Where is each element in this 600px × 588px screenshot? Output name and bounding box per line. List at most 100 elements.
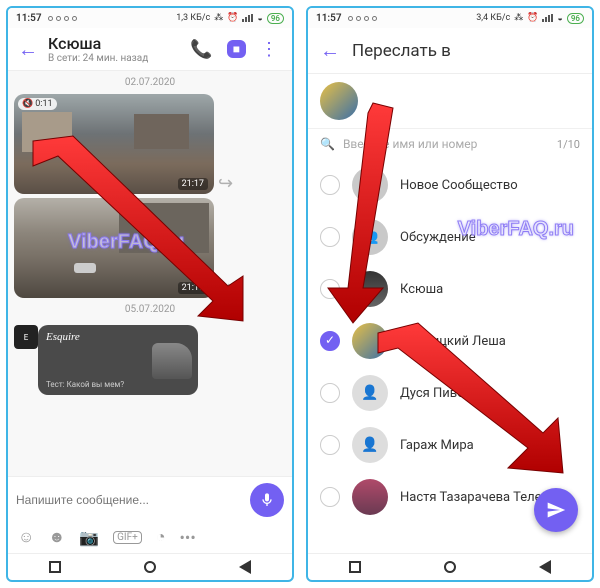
nav-recent-button[interactable] [349,561,361,573]
status-dot-icon [64,16,69,21]
mic-button[interactable] [250,483,284,517]
contact-name: Гараж Мира [400,438,474,453]
back-button[interactable]: ← [18,37,38,62]
selected-recipients [308,74,592,129]
status-net: 3,4 КБ/с [476,13,510,23]
contact-row[interactable]: 👥 Новое Сообщество [308,159,592,211]
nav-back-button[interactable] [239,560,251,574]
chat-title: Ксюша [48,34,176,53]
contact-avatar-placeholder: 👤 [352,375,388,411]
contact-row[interactable]: Липницкий Леша [308,315,592,367]
wifi-icon: ◒ [557,13,562,24]
more-icon[interactable]: ••• [180,528,196,547]
forward-title: Переслать в [352,41,451,61]
bluetooth-icon: ⁂ [214,13,223,23]
android-nav-bar [8,553,292,580]
message-input[interactable] [16,493,244,507]
phone-left: 11:57 1,3 КБ/с ⁂ ⏰ ◒ 96 ← Ксюша В сети: … [6,6,294,582]
chat-presence: В сети: 24 мин. назад [48,53,176,64]
status-dot-icon [372,16,377,21]
video-message[interactable]: 🔇 0:11 21:17 [14,94,214,194]
forward-icon[interactable]: ↪ [218,277,233,298]
nav-home-button[interactable] [444,561,456,573]
link-caption: Тест: Какой вы мем? [46,380,124,389]
radio-unchecked[interactable] [320,175,340,195]
nav-home-button[interactable] [144,561,156,573]
radio-unchecked[interactable] [320,487,340,507]
send-icon [546,500,566,520]
contact-avatar [352,271,388,307]
emoji-icon[interactable]: ☻ [48,527,65,547]
send-button[interactable] [534,488,578,532]
battery-icon: 96 [567,13,584,24]
radio-unchecked[interactable] [320,435,340,455]
camera-icon[interactable]: 📷 [79,528,99,547]
radio-checked[interactable] [320,331,340,351]
search-placeholder[interactable]: Введите имя или номер [343,137,549,151]
status-dot-icon [48,16,53,21]
contact-row[interactable]: Ксюша [308,263,592,315]
message-row: 21:17 ↪ [14,198,286,298]
gif-button[interactable]: GIF+ [113,531,142,544]
video-call-button[interactable]: ■ [227,40,246,58]
link-message: E Esquire Тест: Какой вы мем? [14,325,286,395]
signal-icon [242,14,253,22]
timer-icon[interactable]: ◔ [156,527,166,547]
mute-duration-badge: 🔇 0:11 [18,98,57,110]
radio-unchecked[interactable] [320,383,340,403]
muted-icon: 🔇 [22,99,33,109]
radio-unchecked[interactable] [320,227,340,247]
message-row: 🔇 0:11 21:17 ↪ [14,94,286,194]
sender-avatar: E [14,325,38,349]
phone-right: 11:57 3,4 КБ/с ⁂ ⏰ ◒ 96 ← Переслать в 🔍 … [306,6,594,582]
status-dot-icon [56,16,61,21]
menu-button[interactable]: ⋮ [256,39,282,60]
contact-name: Дуся Пиво [400,386,465,401]
back-button[interactable]: ← [320,38,340,63]
contact-row[interactable]: 👥 Обсуждение [308,211,592,263]
selection-count: 1/10 [557,138,580,151]
timestamp: 21:17 [178,282,208,294]
contact-name: Обсуждение [400,230,476,245]
contact-name: Настя Тазарачева Теле2 [400,490,549,505]
battery-icon: 96 [267,13,284,24]
bluetooth-icon: ⁂ [514,13,523,23]
sticker-icon[interactable]: ☺ [18,527,34,547]
contact-row[interactable]: 👤 Гараж Мира [308,419,592,471]
contact-avatar [352,479,388,515]
contact-avatar [352,323,388,359]
contact-name: Ксюша [400,282,443,297]
forward-icon[interactable]: ↪ [218,173,233,194]
nav-recent-button[interactable] [49,561,61,573]
chat-body: 02.07.2020 🔇 0:11 21:17 ↪ 21:17 ↪ 05.07.… [8,71,292,476]
contact-row[interactable]: 👤 Дуся Пиво [308,367,592,419]
status-dot-icon [364,16,369,21]
radio-unchecked[interactable] [320,279,340,299]
android-nav-bar [308,553,592,580]
date-separator: 02.07.2020 [14,77,286,88]
forward-header: ← Переслать в [308,28,592,74]
nav-back-button[interactable] [539,560,551,574]
chat-header: ← Ксюша В сети: 24 мин. назад 📞 ■ ⋮ [8,28,292,71]
status-time: 11:57 [316,13,342,24]
attachment-row: ☺ ☻ 📷 GIF+ ◔ ••• [8,523,292,553]
call-button[interactable]: 📞 [186,39,216,60]
link-preview[interactable]: Esquire Тест: Какой вы мем? [38,325,198,395]
group-avatar-icon: 👥 [352,167,388,203]
wifi-icon: ◒ [257,13,262,24]
alarm-icon: ⏰ [527,13,538,23]
status-bar: 11:57 1,3 КБ/с ⁂ ⏰ ◒ 96 [8,8,292,28]
status-dot-icon [356,16,361,21]
status-net: 1,3 КБ/с [176,13,210,23]
status-dot-icon [348,16,353,21]
selected-avatar[interactable] [320,82,358,120]
search-row: 🔍 Введите имя или номер 1/10 [308,129,592,159]
video-message[interactable]: 21:17 [14,198,214,298]
search-icon: 🔍 [320,137,335,151]
link-brand: Esquire [46,331,190,343]
contact-name: Новое Сообщество [400,178,518,193]
link-image [152,343,192,379]
status-bar: 11:57 3,4 КБ/с ⁂ ⏰ ◒ 96 [308,8,592,28]
alarm-icon: ⏰ [227,13,238,23]
status-time: 11:57 [16,13,42,24]
